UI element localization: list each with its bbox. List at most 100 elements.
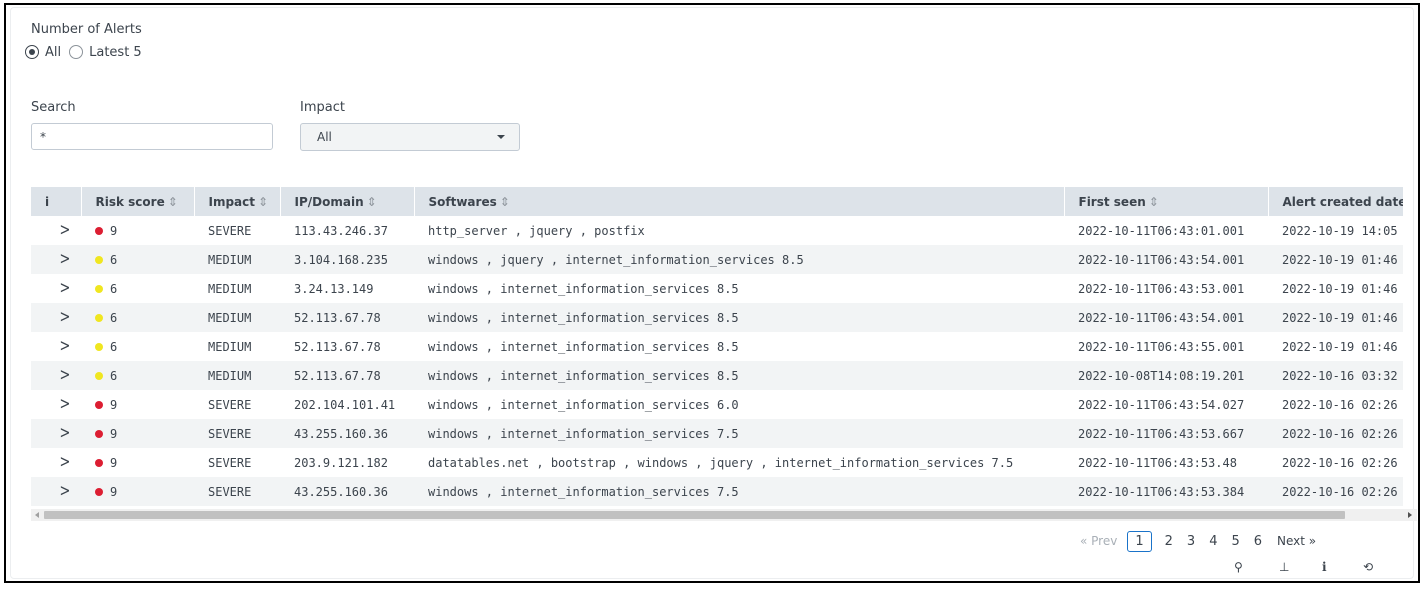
table-row[interactable]: >6 MEDIUM 3.24.13.149 windows , internet_in… <box>31 274 1403 303</box>
search-icon[interactable]: ⚲ <box>1234 558 1243 576</box>
risk-score-cell: 9 <box>81 419 194 448</box>
page-link-6[interactable]: 6 <box>1254 534 1262 549</box>
table-row[interactable]: >6 MEDIUM 3.104.168.235 windows , jquery , … <box>31 245 1403 274</box>
table-row[interactable]: >9 SEVERE 203.9.121.182 datatables.net , bo… <box>31 448 1403 477</box>
pagination: « Prev 1 2 3 4 5 6 Next » <box>1080 528 1316 554</box>
risk-score-cell: 6 <box>81 245 194 274</box>
chevron-right-icon[interactable]: > <box>60 366 71 386</box>
col-impact-header[interactable]: Impact ⇕ <box>194 187 281 216</box>
chevron-right-icon[interactable]: > <box>60 308 71 328</box>
col-risk-score-header[interactable]: Risk score ⇕ <box>81 187 195 216</box>
ip-domain-cell: 3.104.168.235 <box>280 245 414 274</box>
table-row[interactable]: >6 MEDIUM 52.113.67.78 windows , internet_i… <box>31 361 1403 390</box>
ip-domain-cell: 203.9.121.182 <box>280 448 414 477</box>
softwares-cell: windows , internet_information_services … <box>414 390 1064 419</box>
alert-created-cell: 2022-10-19 01:46 <box>1268 274 1403 303</box>
chevron-right-icon[interactable]: > <box>60 337 71 357</box>
col-softwares-header[interactable]: Softwares ⇕ <box>414 187 1065 216</box>
risk-dot-icon <box>95 372 103 380</box>
next-page-link[interactable]: Next » <box>1277 534 1316 548</box>
col-first-seen-header[interactable]: First seen ⇕ <box>1064 187 1269 216</box>
radio-latest-5[interactable] <box>69 45 84 59</box>
ip-domain-cell: 43.255.160.36 <box>280 419 414 448</box>
chevron-right-icon[interactable]: > <box>60 424 71 444</box>
sort-icon[interactable]: ⇕ <box>1149 195 1159 209</box>
prev-page-link[interactable]: « Prev <box>1080 534 1117 548</box>
risk-score-cell: 9 <box>81 448 194 477</box>
expand-row-cell[interactable]: > <box>31 245 81 274</box>
col-alert-created-header[interactable]: Alert created date <box>1268 187 1403 216</box>
impact-cell: MEDIUM <box>194 332 280 361</box>
search-input[interactable] <box>31 123 273 150</box>
impact-cell: SEVERE <box>194 448 280 477</box>
page-link-1[interactable]: 1 <box>1127 530 1152 552</box>
impact-cell: MEDIUM <box>194 361 280 390</box>
alerts-count-label: Number of Alerts <box>31 22 142 37</box>
table-row[interactable]: >9 SEVERE 43.255.160.36 windows , internet_… <box>31 477 1403 506</box>
page-link-3[interactable]: 3 <box>1187 534 1195 549</box>
chevron-right-icon[interactable]: > <box>60 250 71 270</box>
alert-created-cell: 2022-10-19 01:46 <box>1268 303 1403 332</box>
expand-row-cell[interactable]: > <box>31 332 81 361</box>
first-seen-cell: 2022-10-11T06:43:53.667 <box>1064 419 1268 448</box>
softwares-cell: datatables.net , bootstrap , windows , j… <box>414 448 1064 477</box>
expand-row-cell[interactable]: > <box>31 448 81 477</box>
sort-icon[interactable]: ⇕ <box>258 195 268 209</box>
table-row[interactable]: >9 SEVERE 43.255.160.36 windows , internet_… <box>31 419 1403 448</box>
refresh-icon[interactable]: ⟲ <box>1363 558 1373 576</box>
chevron-right-icon[interactable]: > <box>60 221 71 241</box>
scroll-left-icon[interactable] <box>35 512 39 518</box>
first-seen-cell: 2022-10-11T06:43:54.027 <box>1064 390 1268 419</box>
scrollbar-thumb[interactable] <box>44 511 1345 519</box>
page-link-4[interactable]: 4 <box>1209 534 1217 549</box>
risk-score-cell: 6 <box>81 274 194 303</box>
page-link-5[interactable]: 5 <box>1231 534 1239 549</box>
alerts-table-container: i Risk score ⇕ Impact ⇕ IP/Domain ⇕ Softwar… <box>31 187 1403 525</box>
sort-icon[interactable]: ⇕ <box>500 195 510 209</box>
expand-row-cell[interactable]: > <box>31 419 81 448</box>
softwares-cell: windows , jquery , internet_information_… <box>414 245 1064 274</box>
col-info-header: i <box>31 187 82 216</box>
table-row[interactable]: >6 MEDIUM 52.113.67.78 windows , internet_i… <box>31 332 1403 361</box>
radio-latest-5-label[interactable]: Latest 5 <box>89 45 142 60</box>
alert-created-cell: 2022-10-19 01:46 <box>1268 332 1403 361</box>
chevron-right-icon[interactable]: > <box>60 482 71 502</box>
impact-cell: MEDIUM <box>194 303 280 332</box>
expand-row-cell[interactable]: > <box>31 216 81 245</box>
expand-row-cell[interactable]: > <box>31 477 81 506</box>
radio-all-label[interactable]: All <box>45 45 61 60</box>
chevron-right-icon[interactable]: > <box>60 453 71 473</box>
impact-dropdown[interactable]: All <box>300 123 520 151</box>
expand-row-cell[interactable]: > <box>31 390 81 419</box>
info-icon[interactable]: i <box>1322 558 1327 576</box>
horizontal-scrollbar[interactable] <box>31 509 1417 521</box>
sort-icon[interactable]: ⇕ <box>168 195 178 209</box>
first-seen-cell: 2022-10-11T06:43:53.384 <box>1064 477 1268 506</box>
risk-dot-icon <box>95 314 103 322</box>
expand-row-cell[interactable]: > <box>31 361 81 390</box>
expand-row-cell[interactable]: > <box>31 274 81 303</box>
page-link-2[interactable]: 2 <box>1165 534 1173 549</box>
impact-cell: MEDIUM <box>194 245 280 274</box>
softwares-cell: windows , internet_information_services … <box>414 332 1064 361</box>
col-ip-domain-header[interactable]: IP/Domain ⇕ <box>280 187 415 216</box>
chevron-down-icon <box>497 135 505 139</box>
risk-score-cell: 9 <box>81 477 194 506</box>
alert-created-cell: 2022-10-16 02:26 <box>1268 448 1403 477</box>
search-label: Search <box>31 100 76 115</box>
chevron-right-icon[interactable]: > <box>60 395 71 415</box>
scroll-right-icon[interactable] <box>1408 512 1412 518</box>
expand-row-cell[interactable]: > <box>31 303 81 332</box>
radio-all[interactable] <box>25 45 39 59</box>
export-icon[interactable]: ⊥ <box>1279 558 1289 576</box>
first-seen-cell: 2022-10-11T06:43:55.001 <box>1064 332 1268 361</box>
alert-created-cell: 2022-10-19 01:46 <box>1268 245 1403 274</box>
table-row[interactable]: >6 MEDIUM 52.113.67.78 windows , internet_i… <box>31 303 1403 332</box>
risk-dot-icon <box>95 430 103 438</box>
impact-cell: SEVERE <box>194 390 280 419</box>
chevron-right-icon[interactable]: > <box>60 279 71 299</box>
table-row[interactable]: >9 SEVERE 202.104.101.41 windows , internet… <box>31 390 1403 419</box>
sort-icon[interactable]: ⇕ <box>367 195 377 209</box>
table-row[interactable]: >9 SEVERE 113.43.246.37 http_server , jquer… <box>31 216 1403 245</box>
alert-created-cell: 2022-10-16 03:32 <box>1268 361 1403 390</box>
